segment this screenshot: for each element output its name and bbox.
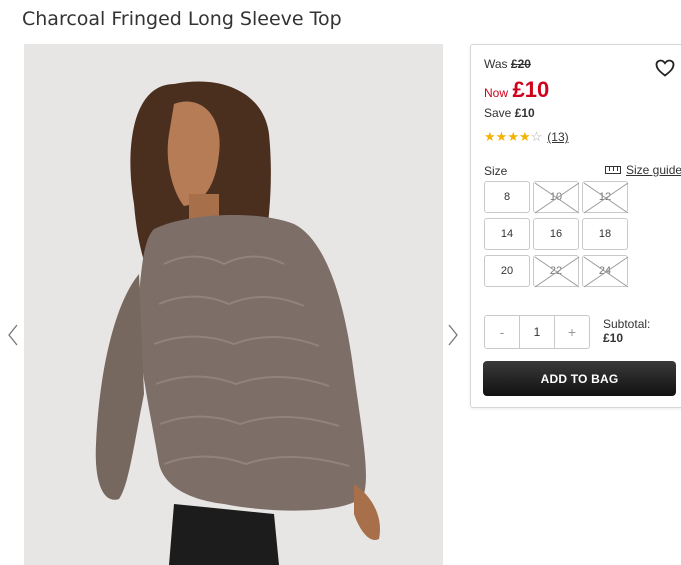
size-option-16[interactable]: 16 (533, 218, 579, 250)
was-price: Was £20 (484, 57, 531, 71)
star-rating: ★★★★☆ (484, 129, 542, 145)
wishlist-button[interactable] (655, 59, 675, 77)
product-rating: ★★★★☆ (13) (484, 129, 569, 145)
gallery-prev-button[interactable] (6, 322, 20, 348)
subtotal: Subtotal: £10 (603, 317, 650, 345)
review-count-link[interactable]: (13) (547, 130, 568, 144)
ruler-icon (605, 166, 621, 174)
size-option-12[interactable]: 12 (582, 181, 629, 214)
star-empty-icon: ☆ (530, 129, 543, 144)
quantity-input[interactable]: 1 (519, 316, 555, 348)
size-guide-link[interactable]: Size guide (605, 163, 681, 177)
size-option-22[interactable]: 22 (533, 255, 580, 288)
size-option-label: 20 (500, 265, 514, 277)
star-icon: ★ (507, 129, 519, 144)
size-option-10[interactable]: 10 (533, 181, 580, 214)
heart-icon (655, 59, 675, 77)
star-icon: ★ (495, 129, 508, 144)
quantity-increase-button[interactable]: + (555, 316, 589, 348)
chevron-right-icon (448, 324, 458, 346)
chevron-left-icon (8, 324, 18, 346)
size-option-14[interactable]: 14 (484, 218, 530, 250)
size-option-20[interactable]: 20 (484, 255, 530, 287)
size-option-8[interactable]: 8 (484, 181, 530, 213)
now-label: Now (484, 86, 509, 100)
product-title: Charcoal Fringed Long Sleeve Top (22, 8, 342, 30)
size-option-label: 18 (598, 228, 612, 240)
unavailable-cross-icon (583, 256, 629, 288)
gallery-next-button[interactable] (446, 322, 460, 348)
size-option-24[interactable]: 24 (582, 255, 629, 288)
size-guide-label: Size guide (626, 163, 681, 177)
purchase-panel: Was £20 Now £10 Save £10 ★★★★☆ (13) Size… (470, 44, 681, 408)
size-option-label: 14 (500, 228, 514, 240)
now-price-value: £10 (512, 77, 550, 102)
unavailable-cross-icon (534, 182, 580, 214)
star-icon: ★ (484, 129, 496, 144)
was-price-value: £20 (510, 57, 531, 71)
unavailable-cross-icon (583, 182, 629, 214)
quantity-stepper: - 1 + (484, 315, 590, 349)
quantity-decrease-button[interactable]: - (485, 316, 519, 348)
save-value: £10 (514, 106, 535, 120)
size-option-label: 8 (503, 191, 511, 203)
star-icon: ★ (518, 129, 531, 144)
size-option-label: 16 (549, 228, 563, 240)
save-label: Save (484, 106, 512, 120)
product-image (24, 44, 443, 565)
now-price: Now £10 (484, 77, 549, 103)
subtotal-value: £10 (603, 331, 624, 345)
subtotal-label: Subtotal: (603, 317, 651, 331)
save-amount: Save £10 (484, 106, 535, 120)
add-to-bag-button[interactable]: ADD TO BAG (483, 361, 676, 396)
size-label: Size (484, 164, 508, 178)
size-option-18[interactable]: 18 (582, 218, 628, 250)
unavailable-cross-icon (534, 256, 580, 288)
was-label: Was (484, 57, 508, 71)
